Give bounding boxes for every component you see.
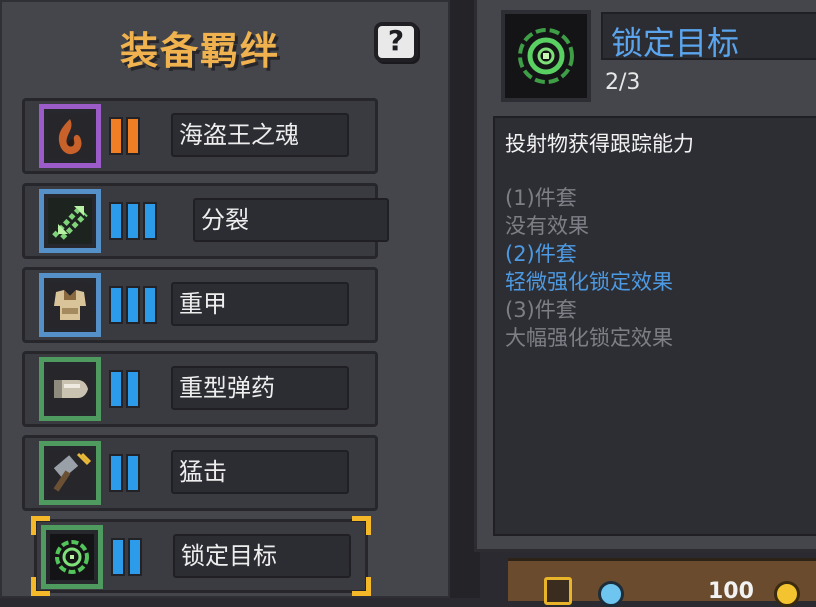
set-item-pirate-king-soul[interactable]: 海盗王之魂 [22,98,378,174]
set-tier-pips [111,538,145,578]
set-icon-frame [39,189,101,253]
set-name: 锁定目标 [173,534,351,578]
detail-set-progress: 2/3 [605,70,641,95]
set-item-split[interactable]: 分裂 [22,183,389,259]
set-name: 海盗王之魂 [171,113,349,157]
selection-corner [352,577,371,596]
set-item-smash[interactable]: 猛击 [22,435,378,511]
detail-description-box[interactable]: 投射物获得跟踪能力 (1)件套 没有效果 (2)件套 轻微强化锁定效果 (3)件… [493,116,816,536]
set-item-heavy-ammo[interactable]: 重型弹药 [22,351,378,427]
gold-coin-icon [774,581,800,607]
tier-label-1: (1)件套 [505,186,577,210]
tier-pip [128,538,142,576]
set-icon-frame [39,441,101,505]
set-description: 投射物获得跟踪能力 [505,132,694,156]
tier-label-3: (3)件套 [505,298,577,322]
set-name: 重型弹药 [171,366,349,410]
tier-pip [111,538,125,576]
set-icon-frame [39,357,101,421]
set-name: 重甲 [171,282,349,326]
hammer-icon [48,450,92,496]
set-tier-pips [109,286,160,326]
detail-set-name: 锁定目标 [611,24,740,62]
set-tier-pips [109,117,143,157]
bottom-hud: 100 [508,558,816,607]
crosshair-target-icon [50,534,94,580]
set-tier-pips [109,202,160,242]
crosshair-target-icon [513,22,579,90]
tier-pip [109,286,123,324]
set-detail-panel: 锁定目标 2/3 投射物获得跟踪能力 (1)件套 没有效果 (2)件套 轻微强化… [474,0,816,552]
selection-corner [352,516,371,535]
flame-soul-icon [48,113,92,159]
tier-pip [126,286,140,324]
hud-value: 100 [708,579,754,604]
set-icon-frame [39,104,101,168]
tier-pip [126,454,140,492]
inventory-icon[interactable] [544,577,572,605]
set-tier-pips [109,370,143,410]
tier-pip [109,202,123,240]
set-icon-frame [41,525,103,589]
tier-label-2: (2)件套 [505,242,577,266]
heavy-armor-icon [48,282,92,328]
tier-pip [109,370,123,408]
detail-icon-frame [501,10,591,102]
set-icon-frame [39,273,101,337]
tier-effect-2: 轻微强化锁定效果 [505,270,673,294]
help-button[interactable]: ? [374,22,418,62]
tier-effect-1: 没有效果 [505,214,589,238]
panel-title: 装备羁绊 [119,29,280,73]
tier-pip [109,117,123,155]
set-name: 猛击 [171,450,349,494]
set-tier-pips [109,454,143,494]
energy-icon [598,581,624,607]
tier-pip [143,286,157,324]
tier-effect-3: 大幅强化锁定效果 [505,326,673,350]
tier-pip [126,117,140,155]
set-item-lock-target[interactable]: 锁定目标 [31,516,371,596]
set-item-heavy-armor[interactable]: 重甲 [22,267,378,343]
set-name: 分裂 [193,198,389,242]
tier-pip [109,454,123,492]
tier-pip [143,202,157,240]
tier-pip [126,370,140,408]
bullet-icon [48,366,92,412]
split-arrows-icon [48,198,92,244]
detail-name-box: 锁定目标 [601,12,816,62]
tier-pip [126,202,140,240]
set-bonus-panel: 装备羁绊 ? 海盗王之魂 分裂 重甲 重型弹药 猛击 锁定目标 [0,0,450,598]
